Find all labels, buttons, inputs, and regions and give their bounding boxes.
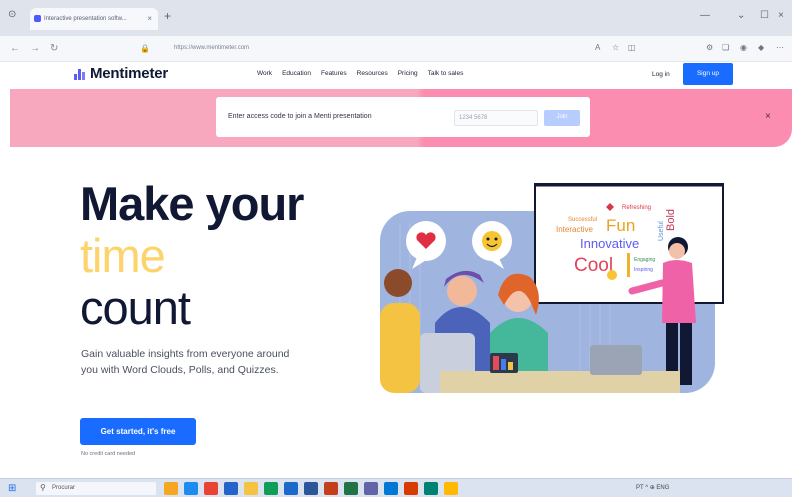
hero-line-2: time xyxy=(80,229,166,282)
read-aloud-icon[interactable]: A xyxy=(595,43,600,52)
browser-tab-strip: ⊙ Interactive presentation softw... × + … xyxy=(0,0,792,36)
forward-icon[interactable]: → xyxy=(30,43,40,54)
system-tray[interactable]: PT ^ ⊕ ENG xyxy=(636,484,669,491)
search-icon: ⚲ xyxy=(40,483,46,492)
join-box: Enter access code to join a Menti presen… xyxy=(216,97,590,137)
presenter-shirt xyxy=(662,260,696,323)
nav-item-resources[interactable]: Resources xyxy=(357,70,388,77)
powerpoint-icon[interactable] xyxy=(324,482,338,495)
wordcloud-word: Innovative xyxy=(580,236,639,251)
hero-line-1: Make your xyxy=(80,177,304,230)
file-explorer-icon[interactable] xyxy=(244,482,258,495)
taskbar-apps xyxy=(164,482,458,495)
logo-text[interactable]: Mentimeter xyxy=(90,65,168,82)
weather-icon[interactable] xyxy=(164,482,178,495)
url-field[interactable]: 🔒 https://www.mentimeter.com xyxy=(128,41,598,57)
profile-menu-icon[interactable]: ◉ xyxy=(740,43,747,52)
close-icon[interactable]: × xyxy=(765,111,771,122)
tab-close-icon[interactable]: × xyxy=(147,14,152,23)
browser-icon[interactable] xyxy=(184,482,198,495)
laptop xyxy=(590,345,642,375)
browser-tab[interactable]: Interactive presentation softw... × xyxy=(30,8,158,30)
minimize-icon[interactable]: — xyxy=(700,10,710,21)
main-nav: Work Education Features Resources Pricin… xyxy=(257,70,463,77)
wordcloud-word: Fun xyxy=(606,216,635,235)
address-bar-row: ← → ↻ 🔒 https://www.mentimeter.com A ☆ ◫… xyxy=(0,36,792,62)
wordcloud-word: Bold xyxy=(665,209,677,231)
table xyxy=(440,371,680,393)
split-icon[interactable]: ◫ xyxy=(628,43,636,52)
hero-heading: Make your time count xyxy=(80,177,304,334)
login-link[interactable]: Log in xyxy=(652,71,670,78)
favorite-icon[interactable]: ☆ xyxy=(612,43,619,52)
teams-icon[interactable] xyxy=(364,482,378,495)
app-icon[interactable] xyxy=(404,482,418,495)
wordcloud-word: Refreshing xyxy=(622,205,651,211)
wordcloud-word: Inspiring xyxy=(634,267,653,273)
site-header: Mentimeter Work Education Features Resou… xyxy=(0,62,792,88)
tab-title: Interactive presentation softw... xyxy=(44,16,127,22)
access-code-input[interactable]: 1234 5678 xyxy=(454,110,538,126)
wordcloud-word: Interactive xyxy=(556,225,593,234)
app-icon[interactable] xyxy=(264,482,278,495)
nav-item-work[interactable]: Work xyxy=(257,70,272,77)
nav-item-talk-to-sales[interactable]: Talk to sales xyxy=(428,70,464,77)
smiley-icon xyxy=(482,231,502,251)
url-text: https://www.mentimeter.com xyxy=(174,45,250,51)
hero-subtext: Gain valuable insights from everyone aro… xyxy=(81,348,290,376)
copilot-icon[interactable]: ◆ xyxy=(758,43,764,52)
join-banner: Enter access code to join a Menti presen… xyxy=(10,89,792,147)
mentimeter-favicon-icon xyxy=(34,15,41,22)
more-menu-icon[interactable]: ⋯ xyxy=(776,43,784,52)
maximize-icon[interactable]: ⌄ xyxy=(737,10,745,21)
collections-icon[interactable]: ❏ xyxy=(722,43,729,52)
close-window-icon[interactable]: × xyxy=(778,10,784,21)
emoji-icon xyxy=(607,270,617,280)
app-icon[interactable] xyxy=(204,482,218,495)
hero-illustration: Refreshing Successful Interactive Fun In… xyxy=(380,183,724,393)
restore-icon[interactable]: ☐ xyxy=(760,10,769,21)
nav-item-pricing[interactable]: Pricing xyxy=(398,70,418,77)
mentimeter-logo-icon xyxy=(74,69,86,80)
hero-line-3: count xyxy=(80,281,191,334)
extensions-icon[interactable]: ⚙ xyxy=(706,43,713,52)
nav-item-features[interactable]: Features xyxy=(321,70,347,77)
word-icon[interactable] xyxy=(304,482,318,495)
wordcloud-word: Successful xyxy=(568,217,597,223)
person-left xyxy=(380,303,420,393)
wordcloud-word: Engaging xyxy=(634,257,655,263)
taskbar-search[interactable]: ⚲ Procurar xyxy=(36,482,156,495)
windows-start-icon[interactable]: ⊞ xyxy=(8,483,16,494)
back-icon[interactable]: ← xyxy=(10,43,20,54)
wordcloud-word: Useful xyxy=(658,221,665,241)
reload-icon[interactable]: ↻ xyxy=(50,43,58,54)
app-icon[interactable] xyxy=(284,482,298,495)
app-icon[interactable] xyxy=(224,482,238,495)
get-started-button[interactable]: Get started, it's free xyxy=(80,418,196,445)
excel-icon[interactable] xyxy=(344,482,358,495)
app-icon[interactable] xyxy=(424,482,438,495)
signup-button[interactable]: Sign up xyxy=(683,63,733,85)
app-icon[interactable] xyxy=(444,482,458,495)
new-tab-icon[interactable]: + xyxy=(164,9,171,23)
join-label: Enter access code to join a Menti presen… xyxy=(228,113,372,120)
nav-item-education[interactable]: Education xyxy=(282,70,311,77)
cta-note: No credit card needed xyxy=(81,451,136,457)
outlook-icon[interactable] xyxy=(384,482,398,495)
profile-icon[interactable]: ⊙ xyxy=(8,9,16,20)
join-button[interactable]: Join xyxy=(544,110,580,126)
taskbar-search-label: Procurar xyxy=(52,485,76,491)
wordcloud-word: Cool xyxy=(574,255,613,276)
lock-icon: 🔒 xyxy=(140,44,150,53)
windows-taskbar: ⊞ ⚲ Procurar PT ^ ⊕ ENG xyxy=(0,478,792,497)
